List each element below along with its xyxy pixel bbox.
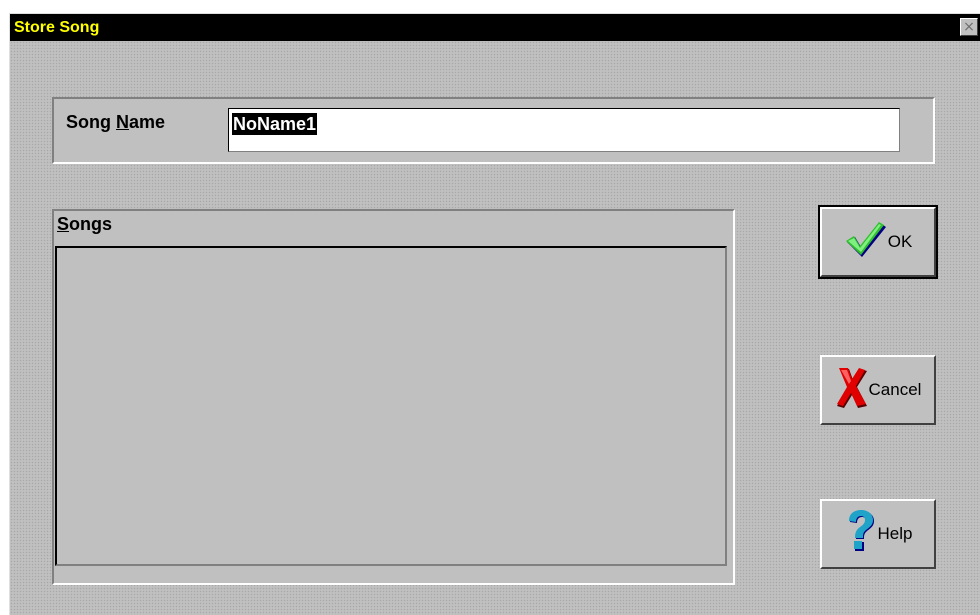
songs-list[interactable] [55, 246, 727, 566]
song-name-group: Song Name NoName1 [52, 97, 935, 164]
store-song-dialog: Store Song × Song Name NoName1 Songs OK [9, 13, 980, 615]
help-label: Help [877, 524, 913, 543]
ok-button[interactable]: OK [818, 205, 938, 279]
cancel-button[interactable]: Cancel [820, 355, 936, 425]
song-name-value: NoName1 [232, 113, 318, 135]
song-name-input[interactable]: NoName1 [228, 108, 900, 152]
cancel-label: Cancel [868, 380, 922, 399]
close-button[interactable]: × [960, 18, 978, 36]
song-name-label: Song Name [66, 112, 166, 132]
ok-label: OK [887, 232, 913, 251]
checkmark-icon [844, 220, 888, 265]
songs-group: Songs [52, 209, 735, 585]
question-mark-icon [844, 509, 878, 560]
close-icon: × [963, 19, 975, 35]
help-button[interactable]: Help [820, 499, 936, 569]
x-mark-icon [835, 366, 869, 415]
window-title: Store Song [14, 19, 100, 36]
title-bar: Store Song × [10, 14, 980, 41]
songs-label: Songs [57, 214, 113, 234]
